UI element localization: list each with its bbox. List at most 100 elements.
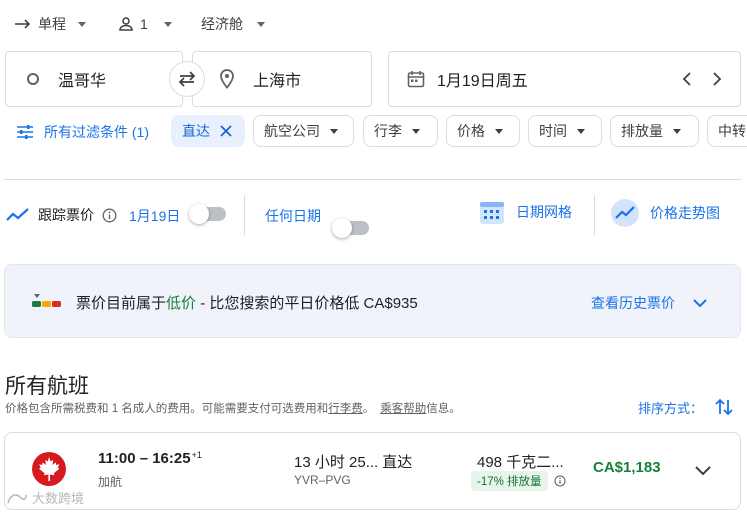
bags-filter-label: 行李	[374, 123, 402, 139]
passengers-select[interactable]: 1	[118, 12, 172, 36]
price-history-label: 查看历史票价	[591, 295, 675, 311]
arrow-right-icon	[15, 19, 31, 29]
chevron-left-icon	[682, 72, 691, 86]
person-icon	[119, 17, 133, 31]
any-dates-toggle[interactable]	[332, 218, 369, 238]
time-filter-label: 时间	[539, 123, 567, 139]
air-canada-logo-icon	[32, 452, 66, 486]
vertical-divider	[594, 195, 595, 235]
track-date-label: 1月19日	[129, 208, 181, 224]
origin-value: 温哥华	[58, 73, 107, 90]
emissions-filter-chip[interactable]: 排放量	[610, 115, 699, 147]
more-filter-label: 中转	[718, 123, 746, 139]
any-dates-label: 任何日期	[265, 208, 321, 224]
flight-price: CA$1,183	[593, 459, 661, 476]
price-graph-icon	[611, 199, 639, 227]
info-icon[interactable]	[553, 475, 566, 487]
destination-field[interactable]: 上海市	[192, 51, 372, 107]
departure-arrival-times: 11:00 – 16:25	[98, 450, 191, 467]
calendar-icon	[407, 71, 425, 88]
all-filters-button[interactable]: 所有过滤条件 (1)	[16, 122, 149, 142]
flight-emissions: 498 千克二...	[477, 454, 564, 471]
expand-flight-button[interactable]	[695, 463, 711, 481]
destination-value: 上海市	[253, 73, 302, 90]
watermark-logo-icon	[7, 493, 27, 503]
origin-field[interactable]: 温哥华	[5, 51, 183, 107]
emissions-filter-label: 排放量	[621, 123, 663, 139]
nonstop-label: 直达	[182, 123, 210, 139]
next-date-button[interactable]	[702, 72, 732, 86]
flight-stops: 直达	[382, 454, 413, 471]
flight-route: YVR–PVG	[294, 473, 351, 487]
chevron-down-icon	[257, 21, 265, 27]
price-graph-button[interactable]: 价格走势图	[610, 198, 720, 228]
emissions-badge: -17% 排放量	[471, 471, 548, 491]
info-icon[interactable]	[102, 208, 117, 223]
trip-type-label: 单程	[38, 16, 66, 32]
bags-filter-chip[interactable]: 行李	[363, 115, 438, 147]
chevron-down-icon	[577, 128, 585, 134]
flight-duration-stops: 13 小时 25... 直达	[294, 451, 412, 472]
price-insight-text: 票价目前属于 低价 - 比您搜索的平日价格低 CA$935	[76, 292, 418, 313]
passenger-help-link[interactable]: 乘客帮助	[380, 400, 426, 416]
chevron-down-icon	[495, 128, 503, 134]
chevron-down-icon	[412, 128, 420, 134]
chevron-down-icon	[330, 128, 338, 134]
baggage-fees-link[interactable]: 行李费	[328, 400, 363, 416]
sort-label: 排序方式：	[638, 400, 704, 416]
chevron-down-icon	[693, 298, 707, 307]
track-date-toggle[interactable]	[189, 204, 226, 224]
close-icon[interactable]	[220, 125, 232, 137]
cabin-select[interactable]: 经济舱	[201, 12, 265, 36]
trending-icon	[6, 208, 29, 221]
origin-circle-icon	[27, 73, 39, 85]
passengers-count: 1	[140, 16, 148, 32]
date-grid-icon	[480, 202, 504, 224]
watermark: 大数跨境	[6, 488, 84, 507]
section-divider	[4, 179, 741, 180]
sort-icon	[715, 398, 733, 416]
date-grid-button[interactable]: 日期网格	[478, 198, 572, 226]
date-field[interactable]: 1月19日周五	[388, 51, 741, 107]
location-pin-icon	[220, 69, 234, 89]
price-filter-chip[interactable]: 价格	[446, 115, 520, 147]
date-value: 1月19日周五	[437, 73, 528, 90]
swap-button[interactable]	[169, 61, 205, 97]
chevron-down-icon	[673, 128, 681, 134]
nonstop-filter-chip[interactable]: 直达	[171, 115, 245, 147]
chevron-down-icon	[695, 466, 711, 476]
all-filters-label: 所有过滤条件 (1)	[44, 124, 149, 140]
chevron-right-icon	[713, 72, 722, 86]
previous-date-button[interactable]	[672, 72, 702, 86]
swap-icon	[178, 71, 196, 87]
flight-times: 11:00 – 16:25 +1	[98, 449, 202, 468]
note-text: 。	[362, 403, 375, 415]
vertical-divider	[244, 195, 245, 235]
insight-suffix: - 比您搜索的平日价格低 CA$935	[196, 295, 418, 312]
price-level-icon	[32, 294, 61, 307]
price-history-button[interactable]: 查看历史票价	[591, 293, 707, 313]
day-offset: +1	[191, 449, 202, 460]
trip-type-select[interactable]: 单程	[14, 12, 86, 36]
airline-filter-label: 航空公司	[264, 123, 320, 139]
note-text: 信息。	[426, 403, 461, 415]
insight-level: 低价	[166, 295, 197, 312]
results-note: 价格包含所需税费和 1 名成人的费用。可能需要支付可选费用和 行李费 。 乘客帮…	[5, 400, 461, 416]
airline-filter-chip[interactable]: 航空公司	[253, 115, 354, 147]
emissions-badge-row: -17% 排放量	[471, 471, 566, 491]
price-filter-label: 价格	[457, 123, 485, 139]
cabin-label: 经济舱	[201, 16, 243, 32]
tune-icon	[17, 125, 33, 139]
chevron-down-icon	[163, 21, 172, 27]
watermark-text: 大数跨境	[32, 491, 85, 506]
flight-result-row[interactable]: 11:00 – 16:25 +1 加航 13 小时 25... 直达 YVR–P…	[4, 432, 741, 510]
airline-name: 加航	[98, 475, 123, 489]
chevron-down-icon	[78, 21, 86, 27]
time-filter-chip[interactable]: 时间	[528, 115, 602, 147]
sort-button[interactable]: 排序方式：	[638, 397, 733, 417]
track-prices-label: 跟踪票价	[38, 207, 94, 223]
date-grid-label: 日期网格	[516, 204, 572, 220]
more-filter-chip[interactable]: 中转	[707, 115, 747, 147]
note-text: 价格包含所需税费和 1 名成人的费用。可能需要支付可选费用和	[5, 403, 329, 415]
price-graph-label: 价格走势图	[650, 205, 720, 221]
